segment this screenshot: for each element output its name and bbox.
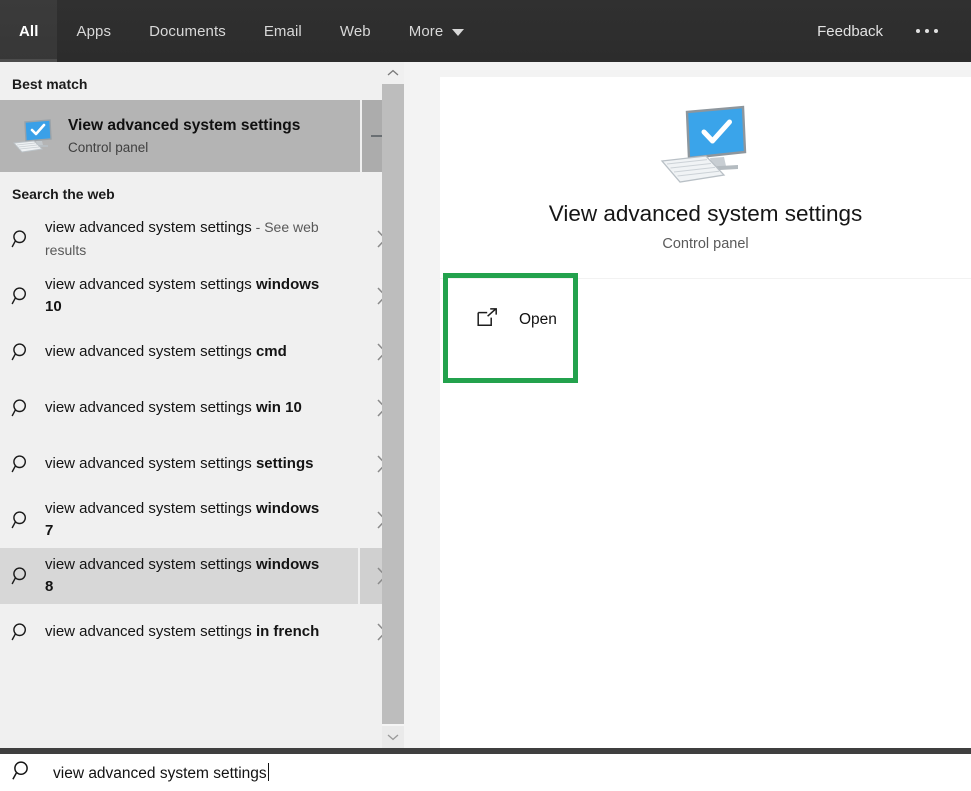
web-result-label: view advanced system settings in french <box>45 615 319 649</box>
web-result-suffix: cmd <box>255 343 287 360</box>
chevron-down-icon <box>387 734 399 741</box>
search-icon <box>11 510 31 530</box>
overflow-menu-button[interactable] <box>905 0 949 62</box>
preview-card: View advanced system settings Control pa… <box>440 77 971 748</box>
tab-web[interactable]: Web <box>321 0 390 62</box>
text-cursor <box>267 762 269 781</box>
web-result-label: view advanced system settings win 10 <box>45 391 302 425</box>
search-icon <box>11 286 31 306</box>
web-result-query: view advanced system settings <box>45 623 256 640</box>
best-match-title: View advanced system settings <box>68 116 301 134</box>
web-result-main[interactable]: view advanced system settings cmd <box>0 324 360 380</box>
web-result-row[interactable]: view advanced system settings windows 10 <box>0 268 404 324</box>
best-match-result[interactable]: View advanced system settings Control pa… <box>0 100 404 172</box>
search-icon <box>12 760 33 786</box>
web-result-row[interactable]: view advanced system settings windows 8 <box>0 548 404 604</box>
search-filter-bar: All Apps Documents Email Web More Feedba… <box>0 0 971 62</box>
tab-all[interactable]: All <box>0 0 58 62</box>
web-result-query: view advanced system settings <box>45 455 256 472</box>
best-match-main[interactable]: View advanced system settings Control pa… <box>0 100 360 172</box>
search-input-bar[interactable]: view advanced system settings <box>0 754 971 791</box>
search-input[interactable]: view advanced system settings <box>53 762 269 783</box>
web-result-label: view advanced system settings cmd <box>45 335 287 369</box>
ellipsis-icon <box>916 29 920 33</box>
web-result-suffix: win 10 <box>255 399 302 416</box>
best-match-subtitle: Control panel <box>68 139 149 155</box>
web-result-query: view advanced system settings <box>45 219 252 236</box>
search-icon <box>11 566 31 586</box>
web-result-row[interactable]: view advanced system settings cmd <box>0 324 404 380</box>
web-result-main[interactable]: view advanced system settings windows 7 <box>0 492 360 548</box>
web-result-query: view advanced system settings <box>45 556 256 573</box>
search-icon <box>11 229 31 249</box>
tab-web-label: Web <box>339 22 371 40</box>
tab-apps-label: Apps <box>76 22 112 40</box>
search-icon <box>11 342 31 362</box>
web-result-row[interactable]: view advanced system settings - See web … <box>0 210 404 268</box>
web-result-main[interactable]: view advanced system settings win 10 <box>0 380 360 436</box>
chevron-down-icon <box>452 28 465 36</box>
scrollbar-thumb[interactable] <box>382 84 404 724</box>
results-panel: Best match View advanced system settings… <box>0 62 404 748</box>
chevron-up-icon <box>387 69 399 76</box>
open-label: Open <box>519 311 557 328</box>
open-button[interactable]: Open <box>465 295 557 345</box>
web-result-suffix: in french <box>255 623 320 640</box>
web-result-row[interactable]: view advanced system settings in french <box>0 604 404 660</box>
preview-icon-wrap <box>440 105 971 190</box>
web-results-list: view advanced system settings - See web … <box>0 210 404 660</box>
web-result-row[interactable]: view advanced system settings windows 7 <box>0 492 404 548</box>
web-result-query: view advanced system settings <box>45 399 256 416</box>
search-input-value: view advanced system settings <box>53 764 267 782</box>
web-result-label: view advanced system settings windows 7 <box>45 492 321 548</box>
web-result-main[interactable]: view advanced system settings - See web … <box>0 210 360 268</box>
web-result-row[interactable]: view advanced system settings settings <box>0 436 404 492</box>
ellipsis-icon <box>934 29 938 33</box>
search-icon <box>11 454 31 474</box>
web-result-main[interactable]: view advanced system settings windows 8 <box>0 548 358 604</box>
web-result-query: view advanced system settings <box>45 343 256 360</box>
preview-subtitle: Control panel <box>662 236 749 252</box>
preview-divider <box>440 278 971 279</box>
tab-documents[interactable]: Documents <box>130 0 245 62</box>
scrollbar-down-button[interactable] <box>382 726 404 748</box>
ellipsis-icon <box>925 29 929 33</box>
preview-panel: View advanced system settings Control pa… <box>404 62 971 748</box>
monitor-check-icon <box>658 105 754 190</box>
tab-all-label: All <box>19 22 39 40</box>
monitor-check-icon <box>12 119 54 153</box>
web-result-label: view advanced system settings windows 8 <box>45 548 321 604</box>
tab-apps[interactable]: Apps <box>57 0 130 62</box>
search-icon <box>11 398 31 418</box>
web-result-main[interactable]: view advanced system settings in french <box>0 604 360 660</box>
search-icon <box>11 622 31 642</box>
windows-search-window: All Apps Documents Email Web More Feedba… <box>0 0 971 791</box>
web-result-label: view advanced system settings - See web … <box>45 210 321 268</box>
web-result-label: view advanced system settings windows 10 <box>45 268 321 324</box>
scrollbar-up-button[interactable] <box>382 62 404 84</box>
feedback-button[interactable]: Feedback <box>817 0 883 62</box>
web-result-suffix: settings <box>255 455 314 472</box>
search-the-web-heading: Search the web <box>12 186 115 202</box>
open-external-icon <box>477 308 498 332</box>
tab-email[interactable]: Email <box>245 0 321 62</box>
web-result-main[interactable]: view advanced system settings windows 10 <box>0 268 360 324</box>
web-result-label: view advanced system settings settings <box>45 447 313 481</box>
filter-tabs: All Apps Documents Email Web More <box>0 0 483 62</box>
tab-more-label: More <box>408 22 444 40</box>
web-result-main[interactable]: view advanced system settings settings <box>0 436 360 492</box>
preview-title: View advanced system settings <box>548 201 863 226</box>
web-result-query: view advanced system settings <box>45 500 256 517</box>
web-result-query: view advanced system settings <box>45 276 256 293</box>
results-scrollbar[interactable] <box>382 62 404 748</box>
tab-documents-label: Documents <box>149 22 226 40</box>
web-result-row[interactable]: view advanced system settings win 10 <box>0 380 404 436</box>
best-match-text: View advanced system settings Control pa… <box>68 116 300 157</box>
tab-more[interactable]: More <box>390 0 484 62</box>
feedback-label: Feedback <box>817 22 883 40</box>
tab-email-label: Email <box>263 22 302 40</box>
best-match-heading: Best match <box>12 76 88 92</box>
